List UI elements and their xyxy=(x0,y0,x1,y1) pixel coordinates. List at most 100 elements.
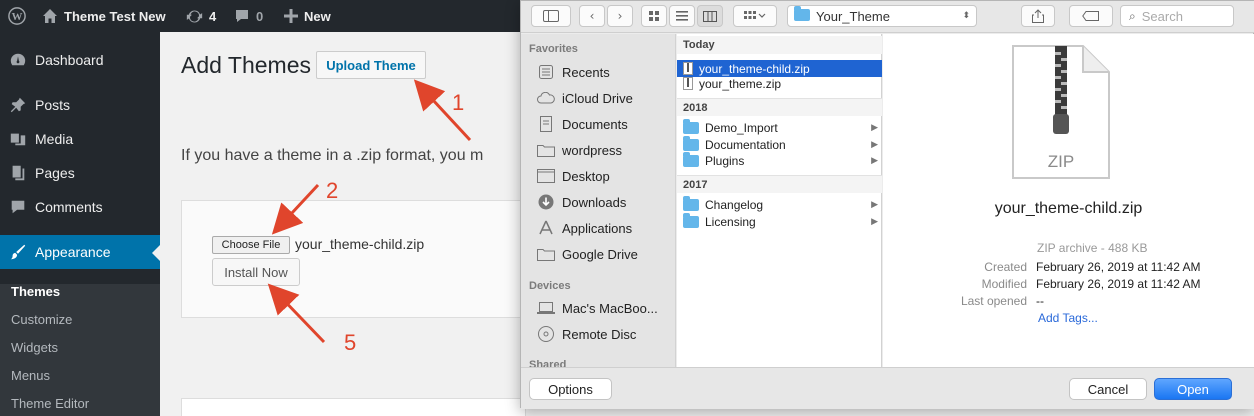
chevron-right-icon: ▶ xyxy=(871,139,878,149)
folder-name: Licensing xyxy=(705,214,756,229)
folder-row[interactable]: Licensing ▶ xyxy=(677,212,882,230)
chevron-right-icon: ▶ xyxy=(871,122,878,132)
preview-file-name: your_theme-child.zip xyxy=(994,200,1143,217)
sidebar-item-documents[interactable]: Documents xyxy=(537,114,628,134)
folder-icon xyxy=(683,212,699,228)
file-row[interactable]: your_theme.zip xyxy=(677,75,882,92)
folder-row[interactable]: Changelog ▶ xyxy=(677,195,882,213)
folder-row[interactable]: Documentation ▶ xyxy=(677,135,882,153)
folder-icon xyxy=(537,246,555,262)
sidebar-label: Remote Disc xyxy=(562,326,637,342)
media-icon xyxy=(8,129,28,149)
wordpress-logo-icon[interactable]: W xyxy=(8,0,26,32)
chevron-right-icon: ▶ xyxy=(871,155,878,165)
submenu-widgets[interactable]: Widgets xyxy=(11,340,58,355)
cancel-button[interactable]: Cancel xyxy=(1069,378,1147,400)
sidebar-item-downloads[interactable]: Downloads xyxy=(537,192,626,212)
share-button[interactable] xyxy=(1021,5,1055,27)
menu-label: Comments xyxy=(35,199,103,215)
site-name-link[interactable]: Theme Test New xyxy=(42,0,166,32)
list-view-button[interactable] xyxy=(669,5,695,27)
menu-item-pages[interactable]: Pages xyxy=(0,156,160,190)
forward-button[interactable]: › xyxy=(607,5,633,27)
dialog-toolbar: ‹ › Your_Theme ⬍ ⌕ Search xyxy=(521,1,1254,33)
finder-sidebar: Favorites Recents iCloud Drive Documents… xyxy=(521,34,676,367)
admin-sidebar: Dashboard Posts Media Pages Comments App… xyxy=(0,32,160,416)
submenu-themes[interactable]: Themes xyxy=(11,284,60,299)
last-opened-value: -- xyxy=(1036,294,1044,308)
sidebar-item-wordpress[interactable]: wordpress xyxy=(537,140,622,160)
tags-button[interactable] xyxy=(1069,5,1113,27)
sidebar-item-macbook[interactable]: Mac's MacBoo... xyxy=(537,298,658,318)
section-header-2017: 2017 xyxy=(677,175,882,193)
documents-icon xyxy=(537,116,555,132)
upload-theme-button[interactable]: Upload Theme xyxy=(316,51,426,79)
new-content-link[interactable]: New xyxy=(284,0,331,32)
cloud-icon xyxy=(537,90,555,106)
sidebar-item-remote-disc[interactable]: Remote Disc xyxy=(537,324,636,344)
submenu-theme-editor[interactable]: Theme Editor xyxy=(11,396,89,411)
folder-name: Demo_Import xyxy=(705,120,778,135)
annotation-number-2: 2 xyxy=(326,178,339,203)
sidebar-toggle-button[interactable] xyxy=(531,5,571,27)
plus-icon xyxy=(284,9,298,23)
share-icon xyxy=(1032,9,1044,23)
sidebar-item-applications[interactable]: Applications xyxy=(537,218,632,238)
disc-icon xyxy=(537,326,555,342)
location-popup[interactable]: Your_Theme ⬍ xyxy=(787,5,977,27)
folder-icon xyxy=(683,151,699,167)
install-now-button[interactable]: Install Now xyxy=(212,258,300,286)
menu-item-posts[interactable]: Posts xyxy=(0,88,160,122)
folder-icon xyxy=(683,118,699,134)
open-button[interactable]: Open xyxy=(1154,378,1232,400)
paintbrush-icon xyxy=(8,242,28,262)
column-view-button[interactable] xyxy=(697,5,723,27)
zip-file-icon xyxy=(683,62,693,75)
applications-icon xyxy=(537,220,555,236)
submenu-menus[interactable]: Menus xyxy=(11,368,50,383)
pages-icon xyxy=(8,163,28,183)
updates-link[interactable]: 4 xyxy=(186,0,216,32)
sidebar-toggle-icon xyxy=(543,10,559,22)
sidebar-item-google-drive[interactable]: Google Drive xyxy=(537,244,638,264)
menu-item-comments[interactable]: Comments xyxy=(0,190,160,224)
comments-link[interactable]: 0 xyxy=(234,0,263,32)
choose-file-button[interactable]: Choose File xyxy=(212,236,290,254)
menu-item-appearance[interactable]: Appearance xyxy=(0,235,160,269)
icon-view-button[interactable] xyxy=(641,5,667,27)
arrange-button[interactable] xyxy=(733,5,777,27)
menu-item-dashboard[interactable]: Dashboard xyxy=(0,43,160,77)
menu-item-media[interactable]: Media xyxy=(0,122,160,156)
sidebar-label: Downloads xyxy=(562,194,627,210)
sidebar-item-recents[interactable]: Recents xyxy=(537,62,610,82)
zip-file-icon xyxy=(683,77,693,90)
desktop-icon xyxy=(537,168,555,184)
add-tags-link[interactable]: Add Tags... xyxy=(1038,311,1098,325)
sidebar-label: Recents xyxy=(562,64,610,80)
chevron-right-icon: ▶ xyxy=(871,216,878,226)
home-icon xyxy=(43,9,57,23)
upload-instructions: If you have a theme in a .zip format, yo… xyxy=(181,147,484,164)
comments-count: 0 xyxy=(256,8,264,24)
folder-icon xyxy=(794,5,810,24)
list-view-icon xyxy=(676,11,688,21)
popup-arrows-icon: ⬍ xyxy=(962,11,970,21)
submenu-customize[interactable]: Customize xyxy=(11,312,72,327)
sidebar-item-icloud[interactable]: iCloud Drive xyxy=(537,88,633,108)
folder-row[interactable]: Plugins ▶ xyxy=(677,151,882,169)
search-field[interactable]: ⌕ Search xyxy=(1120,5,1234,27)
grid-view-icon xyxy=(649,11,659,21)
zip-icon-label: ZIP xyxy=(1047,152,1075,171)
created-label: Created xyxy=(984,260,1027,274)
options-button[interactable]: Options xyxy=(529,378,612,400)
preview-pane: ZIP your_theme-child.zip ZIP archive - 4… xyxy=(883,34,1254,367)
search-placeholder: Search xyxy=(1141,8,1183,24)
sidebar-item-desktop[interactable]: Desktop xyxy=(537,166,610,186)
menu-label: Media xyxy=(35,131,74,147)
modified-label: Modified xyxy=(981,277,1027,291)
download-icon xyxy=(537,194,555,210)
active-indicator xyxy=(152,245,160,261)
section-header-today: Today xyxy=(677,36,882,54)
folder-row[interactable]: Demo_Import ▶ xyxy=(677,118,882,136)
back-button[interactable]: ‹ xyxy=(579,5,605,27)
